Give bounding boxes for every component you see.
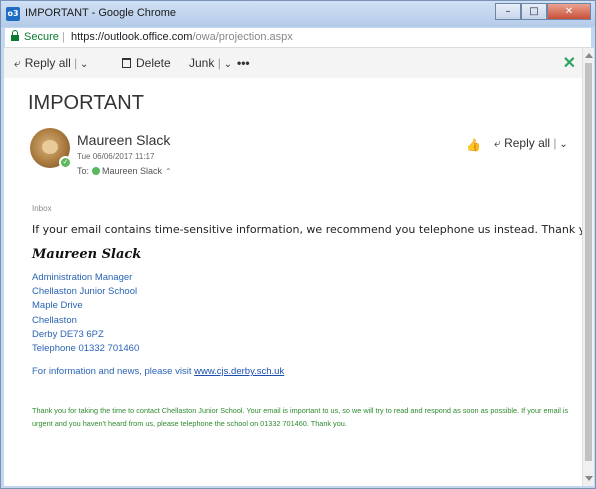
- reading-pane: ⤶ Reply all | ⌄ Delete Junk | ⌄ ••• ✕ IMP…: [4, 48, 582, 486]
- minimize-icon[interactable]: –: [495, 3, 521, 20]
- scroll-up-icon[interactable]: [585, 53, 593, 58]
- title-bar[interactable]: o3 IMPORTANT - Google Chrome – □ ✕: [1, 1, 595, 27]
- message-subject: IMPORTANT: [28, 92, 144, 114]
- junk-label: Junk: [189, 56, 215, 70]
- delete-label: Delete: [136, 56, 171, 70]
- like-icon[interactable]: 👍: [466, 138, 481, 152]
- url-path: /owa/projection.aspx: [192, 31, 293, 43]
- window-controls: – □ ✕: [495, 3, 591, 21]
- signature-name: Maureen Slack: [32, 247, 142, 262]
- recipient-presence-icon: [92, 167, 101, 175]
- reply-all-button[interactable]: ⤶ Reply all | ⌄: [14, 56, 88, 71]
- message-body: If your email contains time-sensitive in…: [32, 223, 582, 236]
- avatar-teddy-bear-icon: [42, 140, 58, 154]
- reply-all-label: Reply all: [24, 56, 71, 70]
- signature-info-text: For information and news, please visit: [32, 366, 195, 377]
- trash-icon: [122, 58, 131, 68]
- message-toolbar: ⤶ Reply all | ⌄ Delete Junk | ⌄ ••• ✕: [4, 48, 582, 78]
- signature-line: Chellaston: [32, 314, 77, 326]
- sent-date: Tue 06/06/2017 11:17: [77, 152, 155, 161]
- url-host: https://outlook.office.com: [71, 31, 193, 43]
- recipients-line: To: Maureen Slack ⌃: [77, 166, 172, 176]
- junk-button[interactable]: Junk | ⌄: [189, 56, 232, 70]
- url-text[interactable]: https://outlook.office.com/owa/projectio…: [71, 31, 293, 43]
- header-reply-all-label: Reply all: [504, 136, 551, 150]
- maximize-icon[interactable]: □: [521, 3, 547, 20]
- expand-recipients-icon[interactable]: ⌃: [165, 167, 172, 176]
- folder-label: Inbox: [32, 204, 52, 213]
- vertical-scrollbar[interactable]: [582, 48, 594, 486]
- reply-all-icon: ⤶: [14, 56, 21, 70]
- signature-line: Telephone 01332 701460: [32, 343, 140, 355]
- sender-name[interactable]: Maureen Slack: [77, 132, 170, 148]
- signature-line: Derby DE73 6PZ: [32, 328, 104, 340]
- to-label: To:: [77, 166, 90, 176]
- address-bar[interactable]: Secure | https://outlook.office.com/owa/…: [5, 28, 591, 48]
- close-window-icon[interactable]: ✕: [547, 3, 591, 20]
- header-reply-all-icon: ⤶: [494, 136, 505, 150]
- presence-available-icon: ✓: [59, 156, 72, 169]
- header-reply-all-button[interactable]: ⤶ Reply all | ⌄: [494, 136, 568, 151]
- signature-footer-note: Thank you for taking the time to contact…: [32, 406, 569, 428]
- outlook-app-icon: o3: [6, 7, 20, 21]
- more-actions-button[interactable]: •••: [237, 56, 250, 70]
- junk-chevron-down-icon[interactable]: ⌄: [221, 59, 232, 70]
- school-website-link[interactable]: www.cjs.derby.sch.uk: [194, 366, 284, 377]
- close-reading-pane-icon[interactable]: ✕: [563, 53, 576, 73]
- window-title: IMPORTANT - Google Chrome: [25, 7, 176, 19]
- signature-line: Chellaston Junior School: [32, 286, 138, 298]
- signature-line: Administration Manager: [32, 272, 133, 283]
- scroll-thumb[interactable]: [585, 63, 592, 461]
- signature-line: Maple Drive: [32, 300, 83, 312]
- chevron-down-icon[interactable]: ⌄: [77, 59, 88, 70]
- address-separator: |: [62, 31, 65, 43]
- secure-label: Secure: [24, 31, 59, 43]
- signature-info: For information and news, please visit w…: [32, 366, 284, 377]
- header-chevron-down-icon[interactable]: ⌄: [557, 139, 567, 150]
- delete-button[interactable]: Delete: [122, 56, 171, 70]
- scroll-down-icon[interactable]: [585, 476, 593, 481]
- recipient-name[interactable]: Maureen Slack: [102, 166, 162, 176]
- lock-icon: [11, 30, 19, 42]
- signature-block: Administration Manager Chellaston Junior…: [32, 271, 139, 356]
